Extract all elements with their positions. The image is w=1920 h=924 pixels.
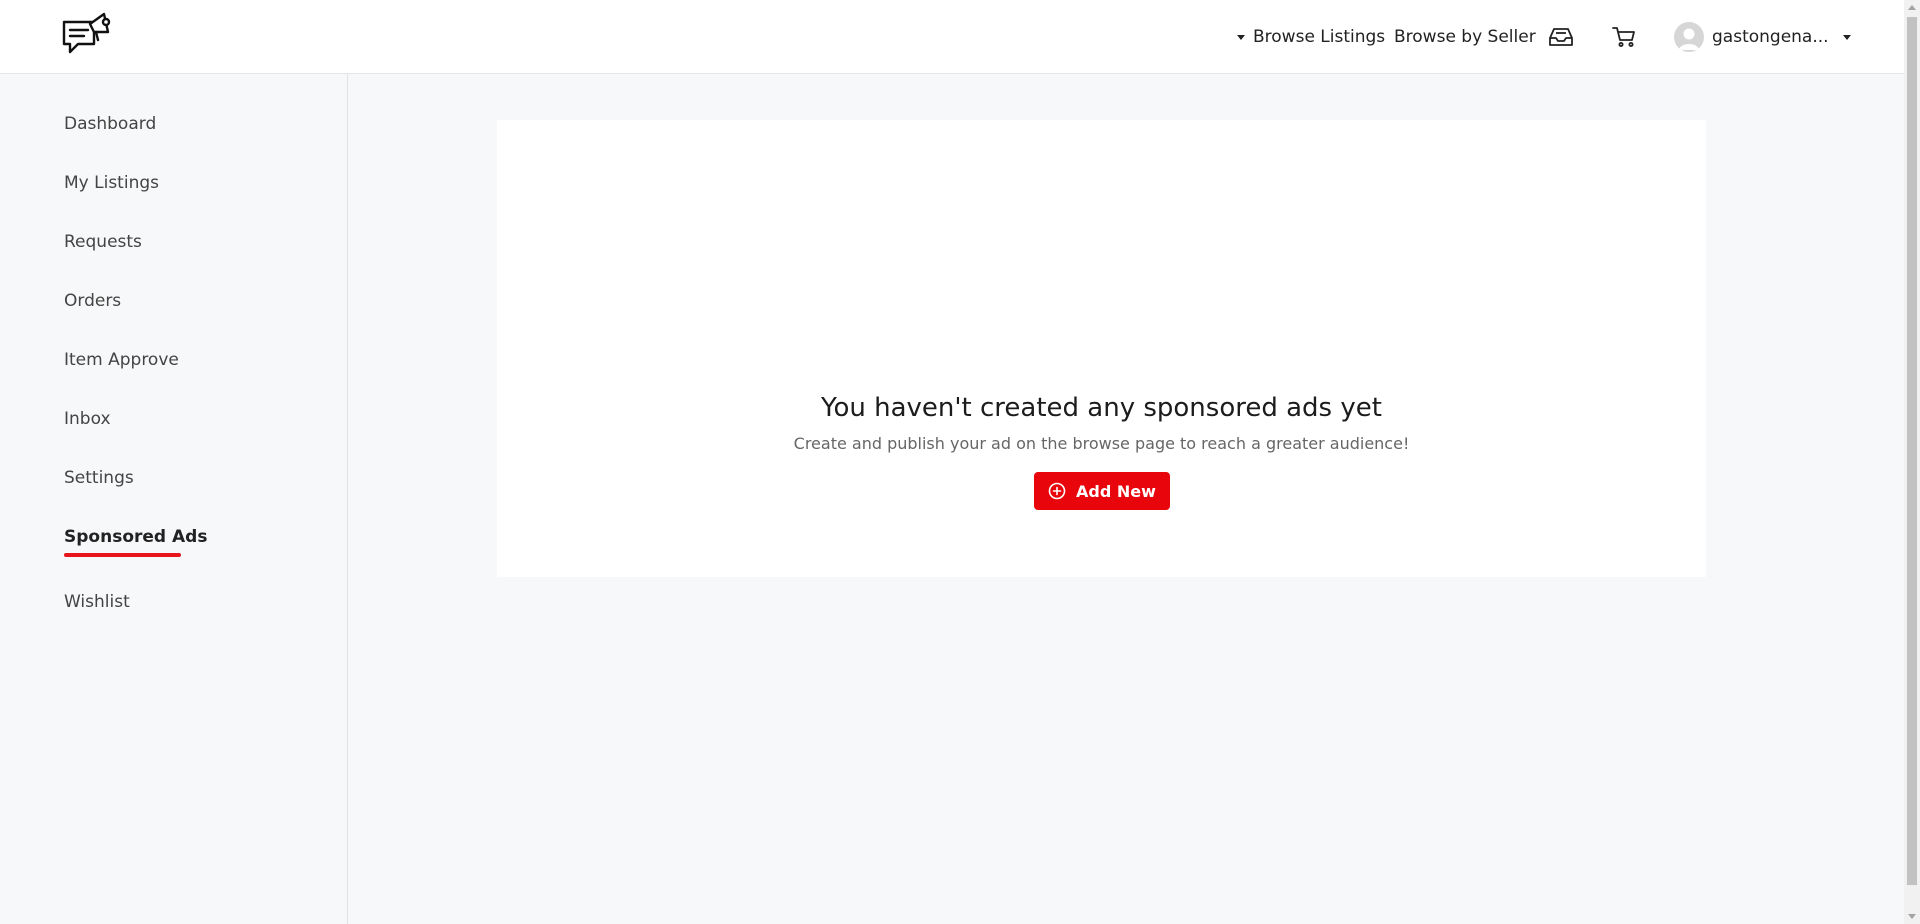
inbox-tray-icon[interactable] <box>1546 22 1576 52</box>
user-menu[interactable]: gastongena... <box>1674 22 1851 52</box>
sidebar-item-my-listings[interactable]: My Listings <box>64 173 159 193</box>
add-new-button[interactable]: Add New <box>1034 472 1170 510</box>
sidebar-item-requests[interactable]: Requests <box>64 232 142 252</box>
scrollbar-thumb[interactable] <box>1907 17 1917 885</box>
sidebar-item-label: Requests <box>64 232 142 252</box>
shopping-cart-icon[interactable] <box>1609 22 1639 52</box>
sidebar-item-orders[interactable]: Orders <box>64 291 121 311</box>
active-indicator <box>64 553 181 557</box>
sidebar-item-label: Item Approve <box>64 350 179 370</box>
sidebar-item-settings[interactable]: Settings <box>64 468 134 488</box>
megaphone-chat-logo-icon[interactable] <box>60 10 112 64</box>
add-new-label: Add New <box>1076 481 1156 501</box>
sidebar-item-item-approve[interactable]: Item Approve <box>64 350 179 370</box>
sidebar-item-label: Settings <box>64 468 134 488</box>
browse-by-seller-link[interactable]: Browse by Seller <box>1394 27 1536 47</box>
sidebar-item-dashboard[interactable]: Dashboard <box>64 114 156 134</box>
empty-state-subtitle: Create and publish your ad on the browse… <box>793 434 1410 453</box>
sidebar-item-sponsored-ads[interactable]: Sponsored Ads <box>64 527 208 557</box>
browse-listings-dropdown[interactable]: Browse Listings <box>1237 27 1385 47</box>
sidebar-item-label: Dashboard <box>64 114 157 134</box>
sidebar-item-inbox[interactable]: Inbox <box>64 409 111 429</box>
user-name: gastongena... <box>1712 27 1829 47</box>
empty-state-title: You haven't created any sponsored ads ye… <box>821 393 1382 423</box>
page-scrollbar[interactable] <box>1904 0 1920 924</box>
sidebar-item-label: My Listings <box>64 173 159 193</box>
user-avatar-icon <box>1674 22 1704 52</box>
scroll-up-arrow-icon[interactable] <box>1908 5 1916 10</box>
empty-state-card: You haven't created any sponsored ads ye… <box>497 120 1706 577</box>
sidebar-item-label: Orders <box>64 291 122 311</box>
top-navbar: Browse Listings Browse by Seller gastong… <box>0 0 1904 74</box>
sidebar-item-wishlist[interactable]: Wishlist <box>64 592 130 612</box>
caret-down-icon <box>1842 34 1851 40</box>
sidebar-item-label: Wishlist <box>64 592 130 612</box>
plus-circle-icon <box>1048 482 1066 500</box>
sidebar-item-label: Inbox <box>64 409 111 429</box>
sidebar: Dashboard My Listings Requests Orders It… <box>0 74 348 924</box>
browse-listings-label: Browse Listings <box>1253 27 1386 47</box>
sidebar-item-label: Sponsored Ads <box>64 527 208 547</box>
browse-by-seller-label: Browse by Seller <box>1394 27 1536 47</box>
caret-down-icon <box>1237 34 1245 40</box>
scroll-down-arrow-icon[interactable] <box>1908 914 1916 919</box>
